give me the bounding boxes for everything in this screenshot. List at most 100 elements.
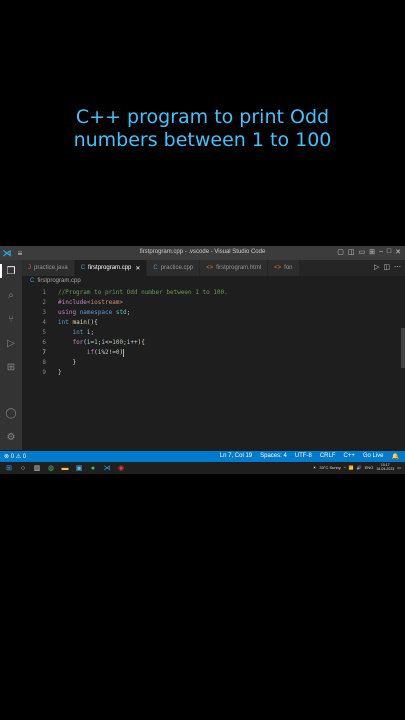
comment: //Program to print Odd number between 1 … [58, 289, 228, 296]
punct: } [58, 369, 62, 376]
html-file-icon: <> [206, 265, 214, 271]
search-icon[interactable]: ⌕ [4, 288, 18, 302]
code-editor[interactable]: 1 //Program to print Odd number between 1… [22, 288, 402, 448]
type-keyword: int [58, 319, 69, 326]
weather-icon: ☀ [312, 464, 317, 470]
tab-label: practice.java [34, 265, 68, 271]
tray-chevron-icon[interactable]: ^ [344, 465, 346, 470]
operator: != [108, 349, 116, 356]
tab-label: firstprogram.cpp [88, 265, 132, 271]
operator: ++ [130, 339, 138, 346]
editor-tabs: Jpractice.java Cfirstprogram.cpp ✕ Cpract… [22, 260, 405, 276]
line-number: 9 [42, 369, 46, 376]
panel-toggle-icon[interactable]: ▭ [358, 248, 365, 256]
activity-bar: ❐ ⌕ ⑂ ▷ ⊞ ◯ ⚙ [0, 260, 22, 450]
run-debug-icon[interactable]: ▷ [4, 336, 18, 350]
encoding[interactable]: UTF-8 [295, 453, 312, 460]
search-icon[interactable]: ○ [18, 463, 28, 473]
line-number: 5 [42, 329, 46, 336]
run-icon[interactable]: ▷ [374, 263, 379, 271]
caption-line-2: numbers between 1 to 100 [73, 129, 332, 151]
vscode-window: ⋊ ≡ firstprogram.cpp - .vscode - Visual … [0, 246, 405, 474]
clock[interactable]: 15:17 18-04-2023 [376, 463, 394, 471]
scrollbar-thumb[interactable] [401, 328, 405, 368]
more-actions-icon[interactable]: ⋯ [394, 263, 401, 271]
tab-fon[interactable]: <> fon [268, 260, 300, 276]
function-name: main [72, 319, 87, 326]
tab-firstprogram-cpp[interactable]: Cfirstprogram.cpp ✕ [74, 260, 148, 276]
language-mode[interactable]: C++ [343, 453, 354, 460]
punct: (){ [86, 319, 98, 326]
notification-center-icon[interactable]: ▭ [397, 465, 401, 470]
tab-practice-cpp[interactable]: Cpractice.cpp [147, 260, 201, 276]
cpp-file-icon: C [153, 265, 158, 271]
weather-text[interactable]: 33°C Sunny [319, 465, 340, 470]
problems-count[interactable]: ⊗ 0 ⚠ 0 [4, 453, 26, 460]
close-window-icon[interactable]: ✕ [395, 248, 401, 256]
source-control-icon[interactable]: ⑂ [4, 312, 18, 326]
breadcrumb[interactable]: Cfirstprogram.cpp [30, 278, 81, 284]
html-file-icon: <> [274, 265, 282, 271]
file-explorer-icon[interactable]: ▬ [60, 463, 70, 473]
preprocessor: #include [58, 299, 87, 306]
editor-scrollbar[interactable] [401, 276, 405, 450]
explorer-icon[interactable]: ❐ [4, 264, 18, 278]
cursor-position[interactable]: Ln 7, Col 19 [220, 453, 252, 460]
task-view-icon[interactable]: ▥ [32, 463, 42, 473]
close-tab-icon[interactable]: ✕ [135, 265, 140, 272]
language-indicator[interactable]: ENG [365, 465, 374, 470]
line-number: 1 [42, 289, 46, 296]
keyword: namespace [79, 309, 113, 316]
tab-label: firstprogram.html [216, 265, 262, 271]
active-indicator [0, 264, 2, 278]
punct: ){ [137, 339, 145, 346]
tab-practice-java[interactable]: Jpractice.java [22, 260, 75, 276]
punct: ; [90, 329, 95, 336]
vscode-taskbar-icon[interactable]: ⋊ [102, 463, 112, 473]
chrome-icon[interactable]: ● [88, 463, 98, 473]
line-number: 6 [42, 339, 46, 346]
cpp-file-icon: C [80, 265, 86, 271]
system-tray: ☀ 33°C Sunny ^ 📶 🔊 ENG 15:17 18-04-2023 … [313, 463, 401, 471]
tab-label: practice.cpp [160, 265, 194, 271]
text-cursor [123, 348, 125, 357]
volume-icon[interactable]: 🔊 [357, 465, 362, 470]
number: 100 [112, 339, 124, 346]
network-icon[interactable]: 📶 [349, 465, 354, 470]
date: 18-04-2023 [376, 467, 395, 471]
caption-line-1: C++ program to print Odd [75, 106, 330, 128]
layout-toggle-icon[interactable]: ▢ [337, 248, 344, 256]
line-number: 8 [42, 359, 46, 366]
minimize-icon[interactable]: – [379, 248, 383, 256]
extensions-icon[interactable]: ⊞ [4, 360, 18, 374]
line-ending[interactable]: CRLF [320, 453, 336, 460]
store-icon[interactable]: ▣ [74, 463, 84, 473]
settings-gear-icon[interactable]: ⚙ [4, 430, 18, 444]
account-icon[interactable]: ◯ [4, 406, 18, 420]
windows-start-icon[interactable]: ⊞ [4, 463, 14, 473]
breadcrumb-file: firstprogram.cpp [37, 278, 81, 284]
tab-firstprogram-html[interactable]: <> firstprogram.html [200, 260, 269, 276]
maximize-icon[interactable]: □ [387, 248, 391, 256]
indentation[interactable]: Spaces: 4 [260, 453, 287, 460]
split-editor-icon[interactable]: ◫ [383, 263, 390, 271]
video-caption: C++ program to print Odd numbers between… [0, 106, 405, 152]
line-number: 4 [42, 319, 46, 326]
line-number: 7 [42, 349, 46, 356]
sidebar-toggle-icon[interactable]: ◫ [348, 248, 355, 256]
recorder-icon[interactable]: ◉ [116, 463, 126, 473]
cpp-file-icon: C [30, 278, 35, 284]
notifications-icon[interactable]: 🔔 [392, 453, 399, 460]
punct: ; [126, 309, 131, 316]
namespace-name: std [115, 309, 127, 316]
edge-browser-icon[interactable]: ◍ [46, 463, 56, 473]
line-number: 3 [42, 309, 46, 316]
tab-label: fon [284, 265, 293, 271]
include-target: <iostream> [86, 299, 124, 306]
type-keyword: int [72, 329, 84, 336]
punct: } [72, 359, 77, 366]
windows-taskbar: ⊞ ○ ▥ ◍ ▬ ▣ ● ⋊ ◉ ☀ 33°C Sunny ^ 📶 🔊 ENG… [0, 462, 405, 474]
customize-layout-icon[interactable]: ⊞ [369, 248, 375, 256]
java-file-icon: J [28, 265, 31, 271]
go-live-button[interactable]: Go Live [363, 453, 384, 460]
